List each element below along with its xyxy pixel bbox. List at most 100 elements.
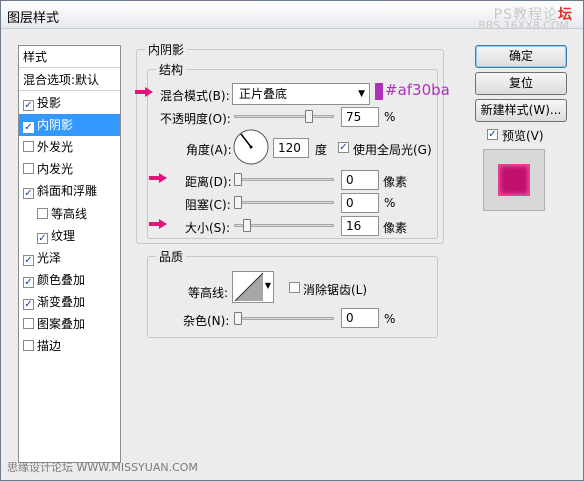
style-item-label: 内阴影 (37, 118, 74, 133)
blend-options-item[interactable]: 混合选项:默认 (19, 69, 120, 91)
annotation-arrow-icon (149, 219, 167, 229)
style-item-checkbox[interactable]: ✓ (23, 298, 34, 310)
blend-mode-label: 混合模式(B): (160, 89, 230, 103)
quality-title: 品质 (156, 248, 187, 265)
style-item-label: 内发光 (37, 162, 74, 177)
style-item-label: 等高线 (51, 206, 88, 221)
new-style-button[interactable]: 新建样式(W)... (475, 99, 567, 122)
style-item[interactable]: 等高线 (19, 203, 120, 225)
opacity-input[interactable]: 75 (341, 107, 379, 127)
distance-slider[interactable] (234, 173, 334, 186)
style-item-checkbox[interactable]: ✓ (23, 122, 34, 134)
style-item[interactable]: ✓ 渐变叠加 (19, 291, 120, 313)
chevron-down-icon: ▼ (358, 89, 365, 99)
choke-input[interactable]: 0 (341, 193, 379, 213)
opacity-unit: % (384, 110, 396, 124)
angle-label: 角度(A): (186, 143, 232, 157)
blend-mode-select[interactable]: 正片叠底 ▼ (232, 83, 370, 105)
style-item[interactable]: 内发光 (19, 158, 120, 180)
noise-slider-thumb[interactable] (234, 312, 242, 325)
choke-slider[interactable] (234, 196, 334, 209)
style-item-checkbox[interactable]: ✓ (23, 254, 34, 266)
style-item[interactable]: ✓ 斜面和浮雕 (19, 180, 120, 202)
style-item-label: 外发光 (37, 140, 74, 155)
size-unit: 像素 (383, 221, 408, 235)
preview-thumbnail (483, 149, 545, 211)
distance-unit: 像素 (383, 175, 408, 189)
style-item-checkbox[interactable]: ✓ (23, 100, 34, 111)
ok-button[interactable]: 确定 (475, 45, 567, 68)
style-item-label: 描边 (37, 339, 62, 354)
global-light-checkbox[interactable]: ✓ (338, 142, 349, 153)
style-item-label: 斜面和浮雕 (37, 184, 98, 199)
preview-label: 预览(V) (502, 129, 544, 143)
size-input[interactable]: 16 (341, 216, 379, 236)
distance-slider-thumb[interactable] (234, 173, 242, 186)
global-light-label: 使用全局光(G) (353, 143, 432, 157)
noise-slider[interactable] (234, 312, 334, 325)
angle-input[interactable]: 120 (273, 138, 309, 158)
choke-label: 阻塞(C): (185, 198, 231, 212)
preview-swatch (498, 164, 530, 196)
style-item-checkbox[interactable]: ✓ (23, 276, 34, 288)
inner-shadow-title: 内阴影 (145, 41, 188, 58)
annotation-arrow-icon (135, 87, 153, 97)
distance-label: 距离(D): (185, 175, 232, 189)
opacity-slider-thumb[interactable] (305, 110, 313, 123)
choke-slider-thumb[interactable] (234, 196, 242, 209)
noise-input[interactable]: 0 (341, 308, 379, 328)
style-item[interactable]: 外发光 (19, 136, 120, 158)
style-list-header[interactable]: 样式 (19, 46, 120, 68)
style-item-label: 渐变叠加 (37, 294, 86, 309)
style-item-checkbox[interactable] (23, 163, 34, 175)
style-item-checkbox[interactable] (23, 340, 34, 352)
opacity-label: 不透明度(O): (160, 112, 231, 126)
style-item-label: 纹理 (51, 228, 76, 243)
anti-alias-checkbox[interactable] (289, 282, 300, 293)
noise-unit: % (384, 312, 396, 326)
style-item[interactable]: ✓ 投影 (19, 92, 120, 114)
distance-input[interactable]: 0 (341, 170, 379, 190)
style-item-label: 图案叠加 (37, 317, 86, 331)
style-item[interactable]: ✓ 纹理 (19, 225, 120, 247)
reset-button[interactable]: 复位 (475, 72, 567, 95)
preview-checkbox[interactable]: ✓ (487, 129, 498, 140)
style-item-label: 光泽 (37, 250, 62, 265)
style-item-checkbox[interactable]: ✓ (23, 188, 34, 200)
style-item[interactable]: 描边 (19, 335, 120, 357)
contour-label: 等高线: (188, 286, 229, 300)
layer-style-dialog: 图层样式 PS教程论坛 BBS.16XX8.COM 样式 混合选项:默认 ✓ 投影… (0, 0, 584, 481)
style-item-label: 颜色叠加 (37, 272, 86, 287)
angle-unit: 度 (315, 143, 328, 157)
shadow-color-swatch[interactable] (375, 83, 383, 100)
dialog-title: 图层样式 (7, 11, 60, 26)
contour-linear-icon (234, 272, 264, 302)
style-item[interactable]: ✓ 内阴影 (19, 114, 120, 137)
blend-mode-value: 正片叠底 (239, 87, 288, 101)
size-slider-thumb[interactable] (243, 219, 251, 232)
style-list: 样式 混合选项:默认 ✓ 投影 ✓ 内阴影 外发光 内发光 ✓ 斜面和浮雕 等高线 ✓ 纹理 ✓ 光泽 ✓… (18, 45, 121, 463)
size-label: 大小(S): (185, 221, 231, 235)
watermark-bottom: 思缘设计论坛 WWW.MISSYUAN.COM (7, 461, 198, 474)
choke-unit: % (384, 196, 396, 210)
annotation-arrow-icon (149, 173, 167, 183)
style-item-label: 投影 (37, 96, 62, 110)
opacity-slider[interactable] (234, 110, 334, 123)
style-item-checkbox[interactable] (23, 318, 34, 329)
style-item[interactable]: 图案叠加 (19, 313, 120, 335)
watermark-top-line2: BBS.16XX8.COM (478, 19, 569, 32)
size-slider[interactable] (234, 219, 334, 232)
anti-alias-label: 消除锯齿(L) (303, 283, 368, 297)
style-item-checkbox[interactable] (37, 207, 48, 219)
noise-label: 杂色(N): (183, 314, 230, 328)
chevron-down-icon: ▼ (264, 281, 271, 290)
angle-dial[interactable] (232, 128, 270, 166)
color-hex-label: #af30ba (385, 81, 450, 99)
style-item[interactable]: ✓ 颜色叠加 (19, 269, 120, 291)
contour-picker[interactable]: ▼ (232, 271, 274, 303)
style-item[interactable]: ✓ 光泽 (19, 247, 120, 269)
structure-title: 结构 (156, 61, 187, 78)
style-item-checkbox[interactable] (23, 141, 34, 153)
style-item-checkbox[interactable]: ✓ (37, 232, 48, 244)
title-bar: 图层样式 PS教程论坛 BBS.16XX8.COM (1, 1, 583, 32)
